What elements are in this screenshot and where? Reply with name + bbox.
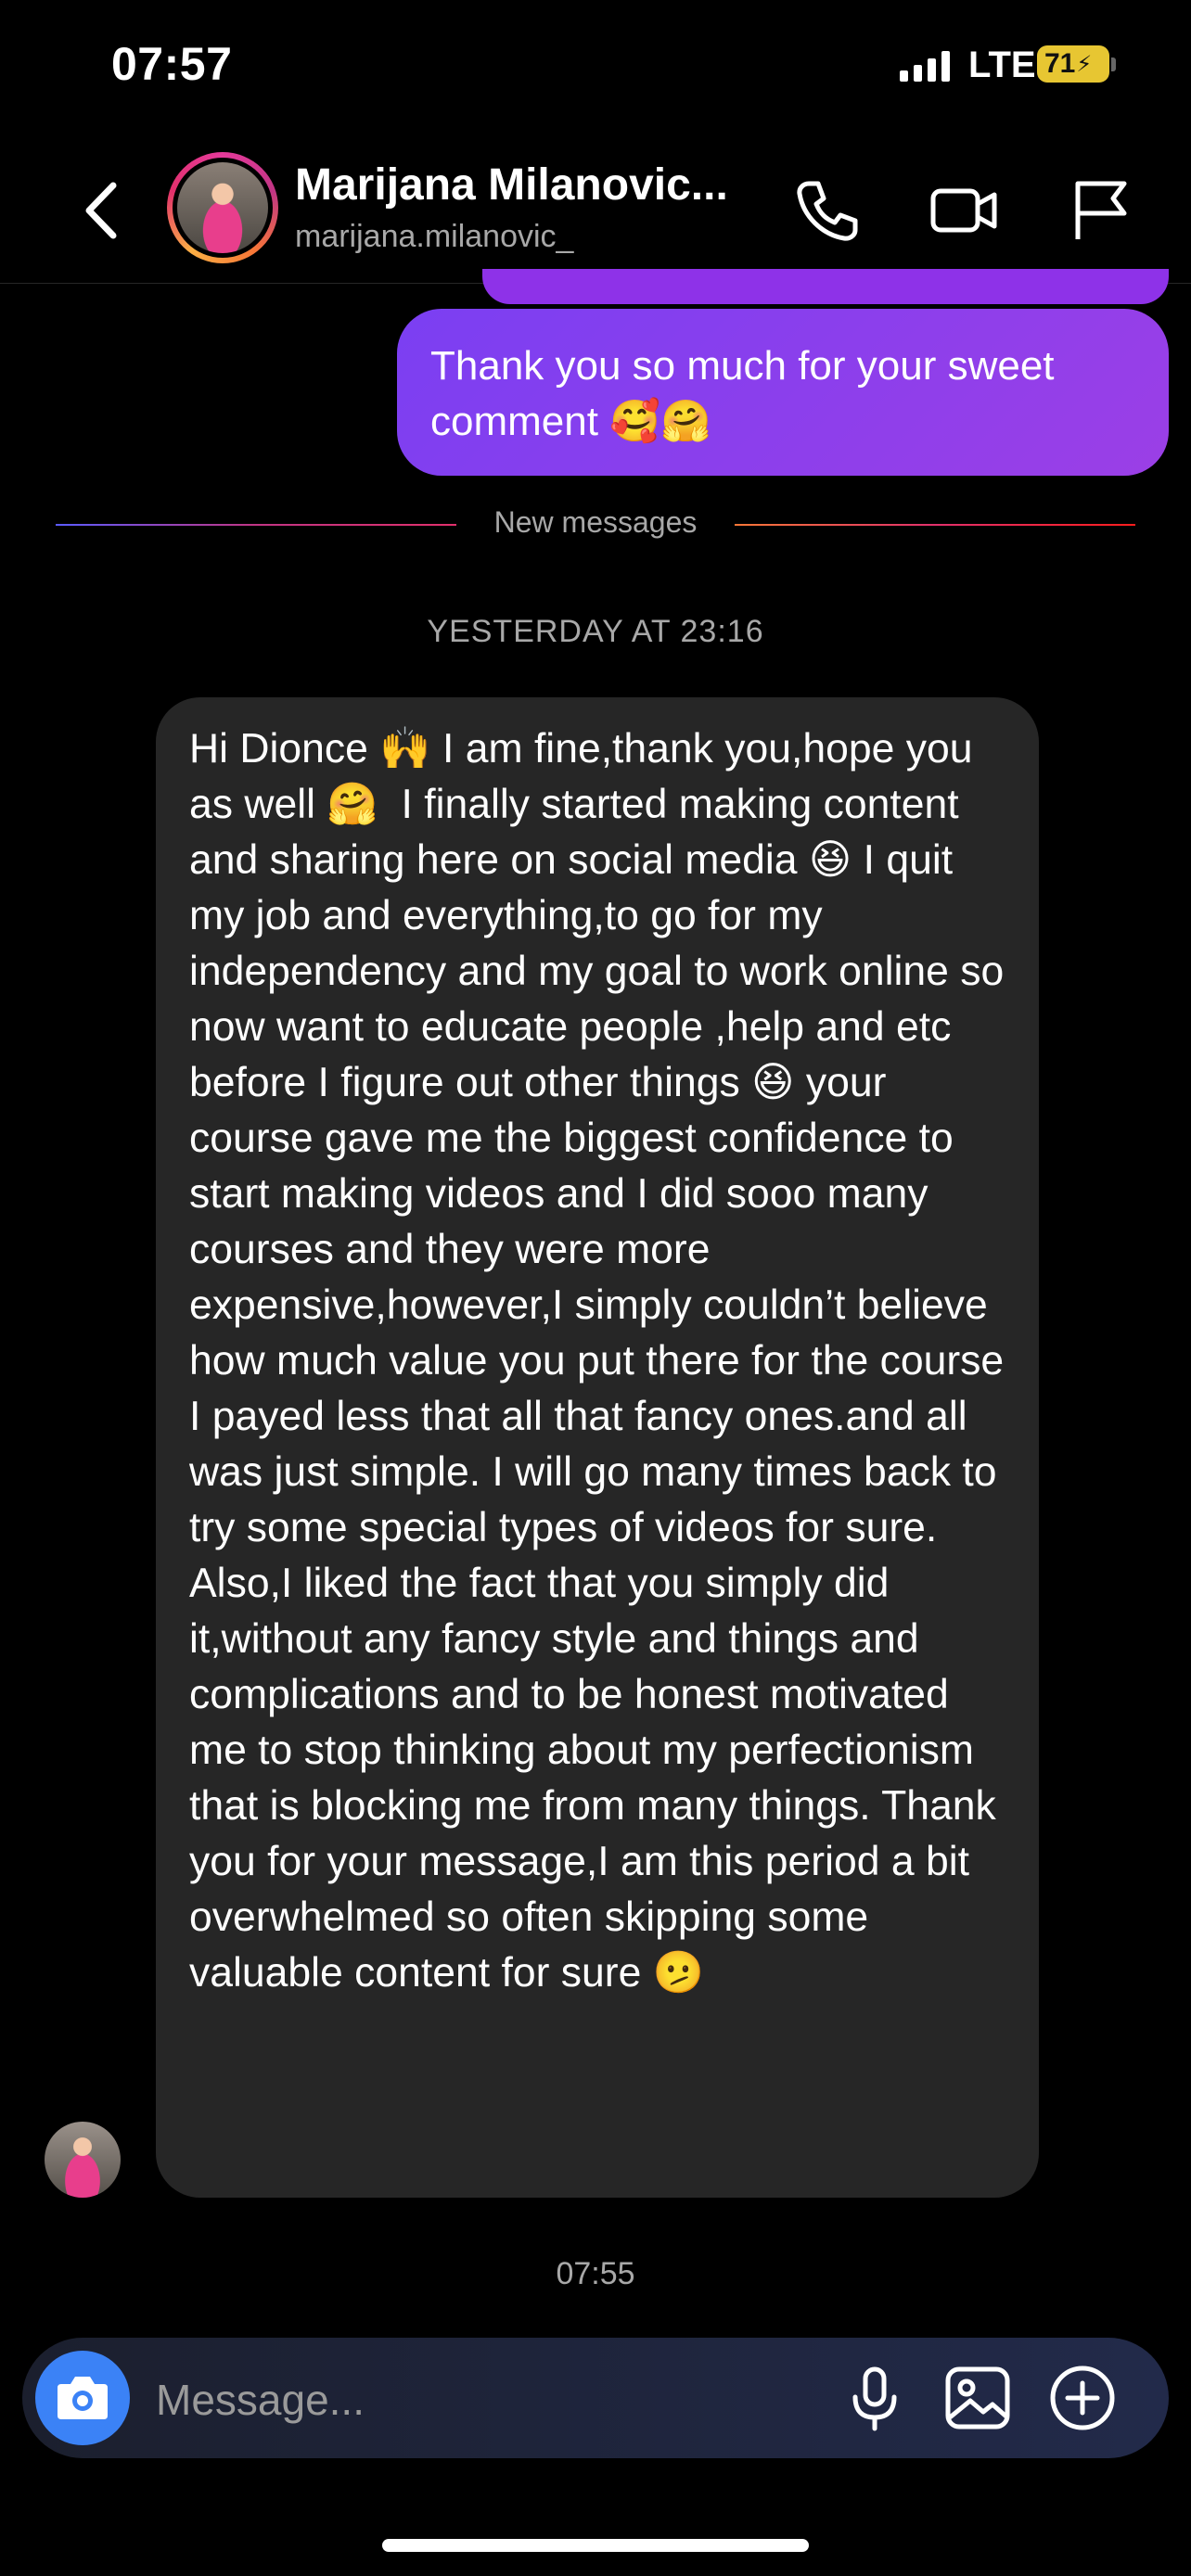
status-time: 07:57 — [111, 38, 233, 90]
camera-button[interactable] — [35, 2351, 130, 2445]
contact-username[interactable]: marijana.milanovic_ — [295, 219, 573, 255]
microphone-icon[interactable] — [837, 2360, 913, 2436]
divider-line-right — [735, 524, 1135, 526]
message-composer: Message... — [22, 2338, 1169, 2458]
chat-header: Marijana Milanovic... marijana.milanovic… — [0, 139, 1191, 284]
battery-level: 71 — [1044, 48, 1076, 79]
sender-avatar[interactable] — [45, 2122, 121, 2198]
previous-message-bubble — [482, 269, 1169, 304]
battery-cap — [1111, 57, 1116, 71]
flag-icon[interactable] — [1065, 174, 1137, 247]
outgoing-message-text: Thank you so much for your sweet comment… — [430, 343, 1055, 444]
gallery-icon[interactable] — [941, 2360, 1017, 2436]
outgoing-message-bubble[interactable]: Thank you so much for your sweet comment… — [397, 309, 1169, 476]
battery-charging-icon: ⚡ — [1076, 51, 1093, 77]
home-indicator[interactable] — [382, 2539, 809, 2552]
incoming-message-text: Hi Dionce 🙌 I am fine,thank you,hope you… — [189, 726, 1016, 1996]
message-timestamp: 07:55 — [556, 2256, 635, 2291]
back-chevron-icon[interactable] — [76, 178, 132, 243]
video-camera-icon[interactable] — [928, 174, 1000, 247]
status-bar: 07:57 LTE 71 ⚡ — [0, 0, 1191, 130]
phone-icon[interactable] — [790, 174, 863, 247]
incoming-message-bubble[interactable]: Hi Dionce 🙌 I am fine,thank you,hope you… — [156, 697, 1039, 2198]
new-messages-label: New messages — [493, 505, 698, 539]
network-label: LTE — [968, 45, 1036, 85]
date-separator: YESTERDAY AT 23:16 — [427, 614, 764, 649]
avatar-photo — [177, 162, 268, 253]
add-circle-icon[interactable] — [1044, 2360, 1121, 2436]
camera-icon — [58, 2377, 108, 2419]
new-messages-divider: New messages — [56, 505, 1135, 542]
battery-indicator: 71 ⚡ — [1037, 45, 1109, 83]
signal-bars-icon — [900, 50, 950, 82]
contact-name[interactable]: Marijana Milanovic... — [295, 159, 728, 210]
message-input[interactable]: Message... — [156, 2375, 365, 2425]
contact-avatar[interactable] — [167, 152, 278, 263]
